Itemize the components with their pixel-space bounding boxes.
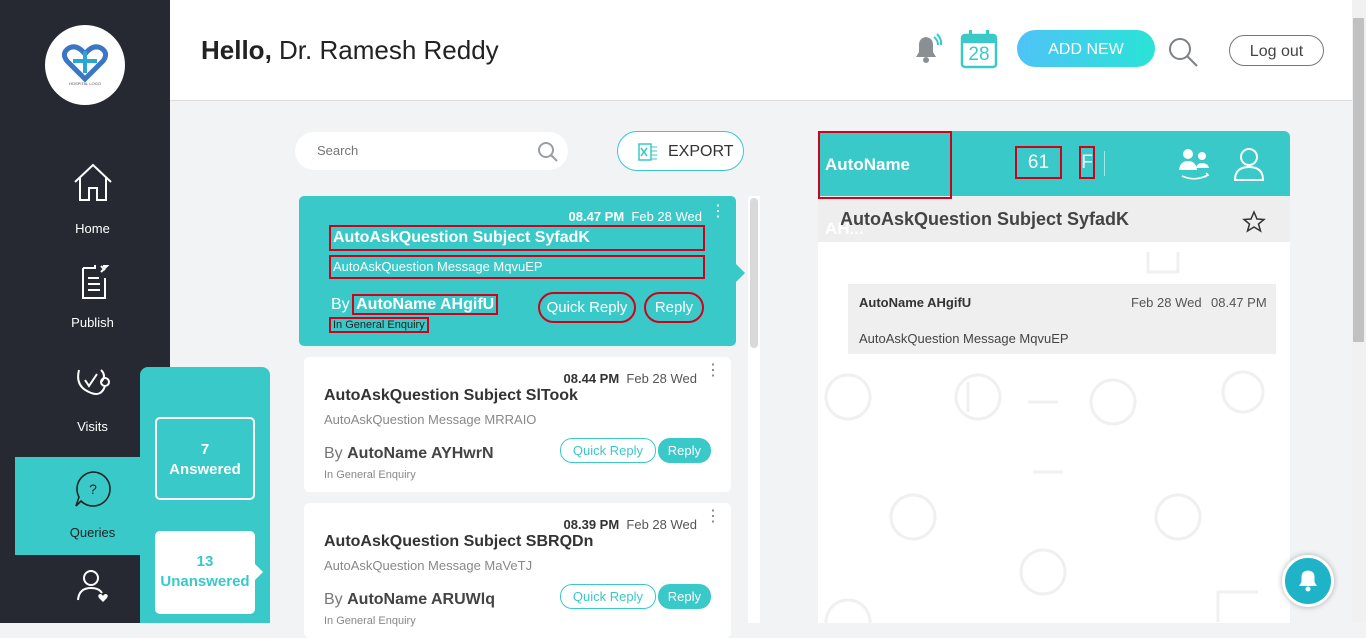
user-name: Dr. Ramesh Reddy — [279, 35, 499, 65]
card-date: Feb 28 Wed — [626, 371, 697, 386]
family-members-icon[interactable] — [1176, 146, 1214, 182]
card-subject: AutoAskQuestion Subject SBRQDn — [324, 533, 594, 550]
reply-button[interactable]: Reply — [644, 292, 704, 323]
patient-header: AutoName AH... 61 F — [818, 131, 1290, 238]
unanswered-label: Unanswered — [160, 573, 250, 590]
card-author: AutoName ARUWlq — [347, 591, 495, 608]
card-by: By AutoName AHgifU — [331, 294, 499, 315]
excel-icon — [638, 143, 657, 161]
conversation-subject: AutoAskQuestion Subject SyfadK — [840, 209, 1130, 229]
card-datetime: 08.39 PM Feb 28 Wed — [564, 517, 697, 532]
card-category: In General Enquiry — [324, 469, 416, 481]
message-date: Feb 28 Wed — [1131, 295, 1202, 310]
export-button[interactable]: EXPORT — [617, 131, 744, 171]
patient-name: AutoName AH... — [818, 131, 952, 238]
card-by: By AutoName ARUWlq — [324, 591, 495, 609]
answered-count: 7 — [200, 441, 210, 458]
user-profile-icon[interactable] — [1232, 146, 1266, 182]
conversation-panel — [818, 196, 1290, 623]
more-options-icon[interactable]: ⋮ — [705, 509, 721, 525]
export-label: EXPORT — [668, 143, 734, 160]
conversation-subject-bar: AutoAskQuestion Subject SyfadK — [818, 196, 1290, 242]
card-author: AutoName AHgifU — [352, 294, 499, 315]
unanswered-count: 13 — [196, 553, 214, 570]
search-icon[interactable] — [537, 141, 559, 163]
card-author: AutoName AYHwrN — [347, 445, 494, 462]
notification-bell-icon[interactable] — [910, 31, 944, 70]
card-time: 08.44 PM — [563, 371, 620, 386]
queries-subpanel: 7 Answered 13 Unanswered — [140, 367, 270, 623]
greeting: Hello, Dr. Ramesh Reddy — [201, 35, 499, 66]
card-subject: AutoAskQuestion Subject SyfadK — [329, 225, 705, 251]
card-message: AutoAskQuestion Message MaVeTJ — [324, 558, 533, 573]
card-time: 08.39 PM — [563, 517, 620, 532]
message-time: 08.47 PM — [1211, 295, 1267, 310]
logout-button[interactable]: Log out — [1229, 35, 1324, 66]
notification-fab[interactable] — [1282, 555, 1334, 607]
card-time: 08.47 PM — [568, 209, 625, 224]
by-prefix: By — [324, 591, 343, 608]
star-icon[interactable] — [1242, 210, 1266, 234]
card-category: In General Enquiry — [329, 317, 429, 333]
svg-text:?: ? — [89, 481, 97, 497]
by-prefix: By — [331, 296, 350, 313]
home-icon — [15, 160, 170, 204]
unanswered-filter[interactable]: 13 Unanswered — [155, 531, 263, 614]
query-card-active[interactable]: 08.47 PM Feb 28 Wed ⋮ AutoAskQuestion Su… — [299, 196, 745, 346]
sidebar-item-home[interactable]: Home — [15, 160, 170, 258]
query-card[interactable]: 08.39 PM Feb 28 Wed ⋮ AutoAskQuestion Su… — [304, 503, 731, 638]
bell-icon — [1299, 570, 1317, 592]
hospital-logo-icon: HOSPITAL LOGO — [61, 44, 109, 86]
quick-reply-button[interactable]: Quick Reply — [559, 584, 656, 609]
search-input[interactable] — [315, 142, 519, 159]
card-message: AutoAskQuestion Message MqvuEP — [329, 255, 705, 279]
card-datetime: 08.44 PM Feb 28 Wed — [564, 371, 697, 386]
reply-button[interactable]: Reply — [657, 438, 711, 463]
card-message: AutoAskQuestion Message MRRAIO — [324, 412, 537, 427]
card-datetime: 08.47 PM Feb 28 Wed — [569, 209, 702, 224]
card-date: Feb 28 Wed — [626, 517, 697, 532]
greeting-hello: Hello, — [201, 35, 272, 65]
publish-icon — [15, 262, 170, 302]
message-author: AutoName AHgifU — [859, 295, 972, 310]
by-prefix: By — [324, 445, 343, 462]
list-scrollbar-thumb[interactable] — [750, 198, 758, 348]
header-divider — [1104, 151, 1105, 176]
patient-gender: F — [1079, 146, 1095, 179]
message-bubble: AutoName AHgifU Feb 28 Wed 08.47 PM Auto… — [848, 284, 1276, 354]
sidebar-item-publish[interactable]: Publish — [15, 262, 170, 360]
reply-button[interactable]: Reply — [657, 584, 711, 609]
hospital-logo[interactable]: HOSPITAL LOGO — [45, 25, 125, 105]
card-subject: AutoAskQuestion Subject SlTook — [324, 387, 578, 404]
quick-reply-button[interactable]: Quick Reply — [538, 292, 636, 323]
sidebar-item-label: Home — [75, 221, 110, 236]
search-icon[interactable] — [1167, 36, 1199, 73]
more-options-icon[interactable]: ⋮ — [705, 363, 721, 379]
card-category: In General Enquiry — [324, 615, 416, 627]
patient-age: 61 — [1015, 146, 1062, 179]
page-scrollbar-thumb[interactable] — [1353, 18, 1364, 342]
answered-label: Answered — [169, 461, 241, 478]
logo-text: HOSPITAL LOGO — [69, 81, 101, 86]
add-new-button[interactable]: ADD NEW — [1017, 30, 1155, 67]
sidebar-item-label: Publish — [71, 315, 114, 330]
more-options-icon[interactable]: ⋮ — [710, 204, 726, 220]
quick-reply-button[interactable]: Quick Reply — [559, 438, 656, 463]
card-date: Feb 28 Wed — [631, 209, 702, 224]
answered-filter[interactable]: 7 Answered — [155, 417, 255, 500]
search-box — [295, 132, 568, 170]
card-by: By AutoName AYHwrN — [324, 445, 494, 463]
query-card[interactable]: 08.44 PM Feb 28 Wed ⋮ AutoAskQuestion Su… — [304, 357, 731, 492]
calendar-day: 28 — [968, 44, 990, 65]
message-text: AutoAskQuestion Message MqvuEP — [859, 331, 1069, 346]
calendar-icon[interactable]: 28 — [960, 29, 998, 69]
